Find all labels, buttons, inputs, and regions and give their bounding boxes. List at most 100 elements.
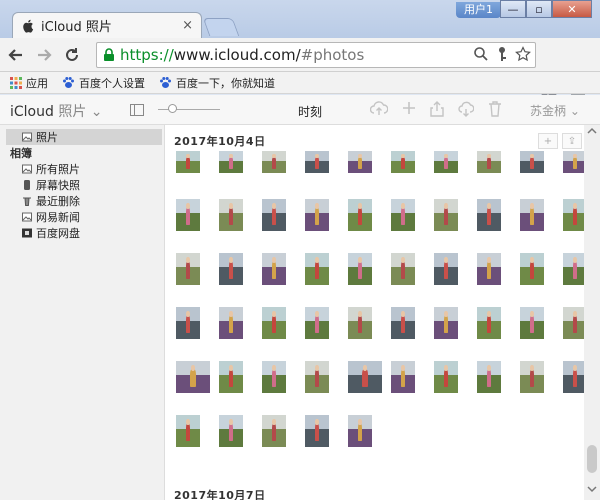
photo-thumbnail[interactable] — [176, 253, 200, 285]
bookmark-apps[interactable]: 应用 — [10, 75, 48, 91]
moment-share-button[interactable]: ⇪ — [562, 133, 582, 149]
zoom-search-icon[interactable] — [473, 46, 489, 62]
photo-thumbnail[interactable] — [348, 253, 372, 285]
photo-thumbnail[interactable] — [520, 253, 544, 285]
scrollbar-thumb[interactable] — [587, 445, 597, 473]
photo-thumbnail[interactable] — [391, 253, 415, 285]
photo-thumbnail[interactable] — [262, 151, 286, 173]
photo-thumbnail[interactable] — [219, 151, 243, 173]
forward-button[interactable] — [32, 43, 56, 67]
minimize-button[interactable]: — — [500, 0, 526, 18]
key-icon[interactable] — [495, 46, 509, 62]
photo-thumbnail[interactable] — [477, 307, 501, 339]
photo-thumbnail[interactable] — [305, 361, 329, 393]
photo-thumbnail[interactable] — [262, 415, 286, 447]
sidebar-item-label: 百度网盘 — [36, 227, 80, 240]
sidebar-toggle-icon[interactable] — [130, 104, 144, 116]
photo-thumbnail[interactable] — [262, 361, 286, 393]
photo-thumbnail[interactable] — [176, 307, 200, 339]
photo-thumbnail[interactable] — [305, 151, 329, 173]
photo-thumbnail[interactable] — [520, 151, 544, 173]
vertical-scrollbar[interactable] — [584, 125, 600, 500]
photo-thumbnail[interactable] — [477, 361, 501, 393]
photo-thumbnail[interactable] — [434, 199, 458, 231]
app-brand[interactable]: iCloud 照片 ⌄ — [10, 101, 103, 121]
photo-thumbnail[interactable] — [434, 151, 458, 173]
photo-thumbnail[interactable] — [391, 307, 415, 339]
photo-thumbnail[interactable] — [305, 307, 329, 339]
photo-thumbnail[interactable] — [520, 361, 544, 393]
photo-thumbnail[interactable] — [348, 361, 382, 393]
trash-icon[interactable] — [488, 101, 502, 117]
slider-knob[interactable] — [168, 104, 177, 113]
photo-thumbnail[interactable] — [176, 415, 200, 447]
photo-thumbnail[interactable] — [262, 199, 286, 231]
user-menu[interactable]: 苏金柄 ⌄ — [530, 102, 580, 119]
photo-thumbnail[interactable] — [434, 361, 458, 393]
moment-add-button[interactable]: + — [538, 133, 558, 149]
window-controls: — ▫ ✕ — [500, 0, 592, 18]
tab-close-icon[interactable]: × — [182, 18, 193, 33]
bookmark-baidu-search[interactable]: 百度一下，你就知道 — [159, 75, 275, 91]
url-scheme: https:// — [120, 46, 174, 64]
brand-name: iCloud — [10, 104, 54, 120]
photo-thumbnail[interactable] — [434, 307, 458, 339]
photo-thumbnail[interactable] — [219, 199, 243, 231]
download-icon[interactable] — [458, 101, 474, 117]
sidebar-item-photos[interactable]: 照片 — [6, 129, 162, 145]
photo-thumbnail[interactable] — [477, 199, 501, 231]
scroll-up-icon[interactable] — [587, 127, 597, 135]
sidebar-item-recently-deleted[interactable]: 最近删除 — [22, 193, 80, 209]
photo-thumbnail[interactable] — [262, 253, 286, 285]
bookmarks-bar: 应用 百度个人设置 百度一下，你就知道 — [0, 72, 600, 94]
photo-thumbnail[interactable] — [219, 361, 243, 393]
maximize-button[interactable]: ▫ — [526, 0, 552, 18]
browser-toolbar: https://www.icloud.com/#photos — [0, 38, 600, 101]
photo-thumbnail[interactable] — [176, 199, 200, 231]
photo-thumbnail[interactable] — [391, 151, 415, 173]
photo-thumbnail[interactable] — [391, 361, 415, 393]
photo-thumbnail[interactable] — [477, 151, 501, 173]
photo-thumbnail[interactable] — [520, 199, 544, 231]
photo-thumbnail[interactable] — [176, 151, 200, 173]
upload-icon[interactable] — [370, 101, 388, 117]
photo-thumbnail[interactable] — [219, 253, 243, 285]
photo-thumbnail[interactable] — [348, 307, 372, 339]
photo-thumbnail[interactable] — [348, 415, 372, 447]
zoom-slider[interactable] — [158, 104, 220, 113]
url-host: www.icloud.com/ — [173, 46, 301, 64]
scroll-down-icon[interactable] — [587, 485, 597, 493]
photo-thumbnail[interactable] — [176, 361, 210, 393]
photo-thumbnail[interactable] — [305, 415, 329, 447]
sidebar-item-label: 所有照片 — [36, 163, 80, 176]
bookmark-baidu-settings[interactable]: 百度个人设置 — [62, 75, 145, 91]
browser-tab[interactable]: iCloud 照片 × — [12, 12, 202, 38]
photo-thumbnail[interactable] — [391, 199, 415, 231]
add-icon[interactable] — [402, 101, 416, 115]
sidebar-item-netease-news[interactable]: 网易新闻 — [22, 209, 80, 225]
address-bar[interactable]: https://www.icloud.com/#photos — [96, 42, 536, 68]
photo-thumbnail[interactable] — [305, 199, 329, 231]
photo-thumbnail[interactable] — [262, 307, 286, 339]
share-icon[interactable] — [430, 101, 444, 117]
close-window-button[interactable]: ✕ — [552, 0, 592, 18]
photo-thumbnail[interactable] — [520, 307, 544, 339]
photo-thumbnail[interactable] — [348, 151, 372, 173]
sidebar-item-screenshots[interactable]: 屏幕快照 — [22, 177, 80, 193]
photo-thumbnail[interactable] — [477, 253, 501, 285]
new-tab-button[interactable] — [202, 18, 240, 36]
photo-thumbnail[interactable] — [219, 307, 243, 339]
profile-badge[interactable]: 用户1 — [456, 2, 501, 18]
sidebar-item-baidu-netdisk[interactable]: 百度网盘 — [22, 225, 80, 241]
photo-thumbnail[interactable] — [348, 199, 372, 231]
sidebar-item-all-photos[interactable]: 所有照片 — [22, 161, 80, 177]
photo-thumbnail[interactable] — [305, 253, 329, 285]
photo-thumbnail[interactable] — [434, 253, 458, 285]
chevron-down-icon: ⌄ — [90, 104, 103, 120]
photo-thumbnail[interactable] — [219, 415, 243, 447]
bookmark-star-icon[interactable] — [515, 46, 531, 62]
browser-title-bar: iCloud 照片 × 用户1 — ▫ ✕ — [0, 0, 600, 38]
reload-button[interactable] — [60, 43, 84, 67]
bookmark-label: 百度一下，你就知道 — [176, 76, 275, 90]
back-button[interactable] — [4, 43, 28, 67]
